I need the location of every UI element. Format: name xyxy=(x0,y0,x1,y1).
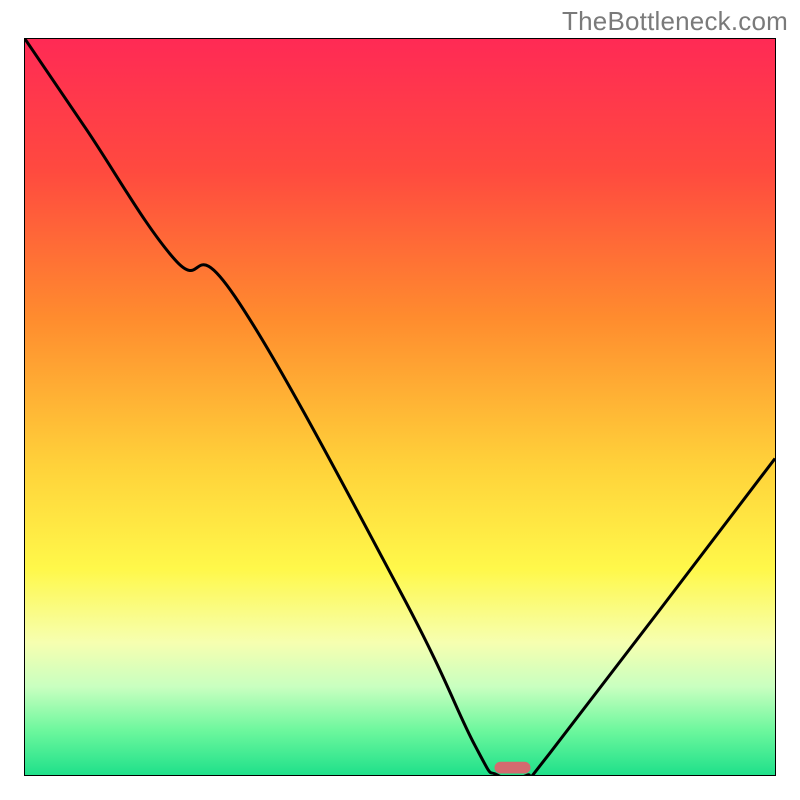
optimal-marker xyxy=(495,762,531,774)
chart-frame: TheBottleneck.com xyxy=(0,0,800,800)
watermark-text: TheBottleneck.com xyxy=(562,6,788,37)
plot-area xyxy=(24,38,776,776)
gradient-background xyxy=(25,39,775,775)
plot-svg xyxy=(25,39,775,775)
